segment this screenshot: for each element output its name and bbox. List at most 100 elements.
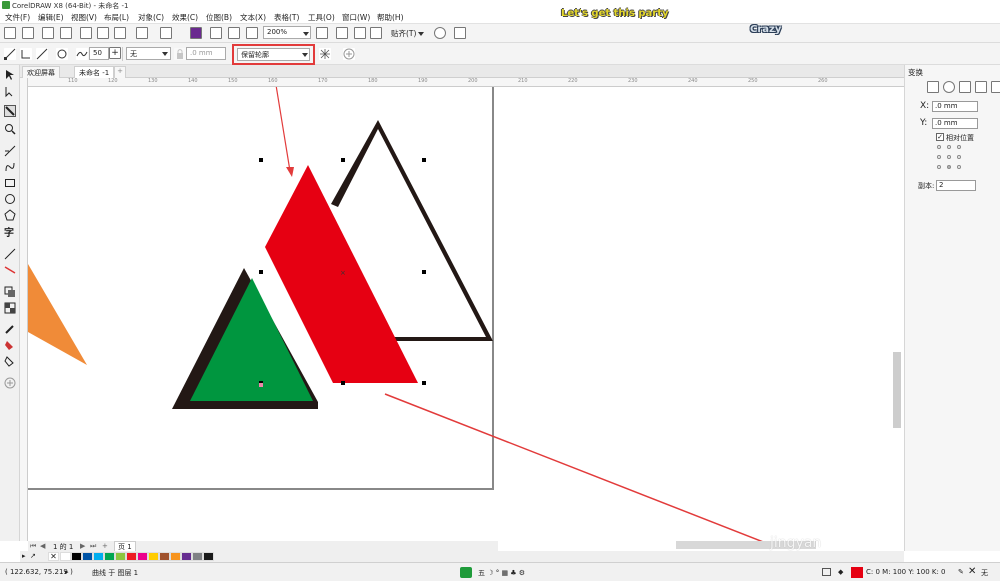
palette-swatch[interactable]	[181, 552, 192, 561]
smart-fill-tool-icon[interactable]	[4, 355, 16, 367]
selection-handle[interactable]	[422, 158, 426, 162]
add-tool-icon[interactable]	[4, 377, 16, 389]
add-page-icon[interactable]: +	[102, 542, 108, 550]
options-gear-icon[interactable]	[434, 27, 446, 39]
anchor-point[interactable]	[937, 165, 941, 169]
menu-layout[interactable]: 布局(L)	[104, 12, 129, 23]
selection-handle[interactable]	[341, 158, 345, 162]
palette-swatch[interactable]	[148, 552, 159, 561]
tab-welcome-screen[interactable]: 欢迎屏幕	[22, 66, 60, 78]
prev-page-icon[interactable]: ◀	[40, 542, 45, 550]
selection-handle[interactable]	[259, 158, 263, 162]
palette-swatch[interactable]	[82, 552, 93, 561]
anchor-point-selected[interactable]	[947, 165, 951, 169]
open-icon[interactable]	[22, 27, 34, 39]
first-page-icon[interactable]: ⏮	[30, 542, 36, 551]
polygon-tool-icon[interactable]	[4, 209, 16, 221]
corel-connect-icon[interactable]	[190, 27, 202, 39]
keep-outline-select[interactable]: 保留轮廓	[237, 48, 310, 61]
anchor-point[interactable]	[957, 165, 961, 169]
anchor-point[interactable]	[957, 145, 961, 149]
x-position-field[interactable]: .0 mm	[932, 101, 978, 112]
palette-arrow-icon[interactable]: ▸	[22, 552, 26, 560]
shape-tool-icon[interactable]	[4, 86, 16, 98]
menu-object[interactable]: 对象(C)	[138, 12, 164, 23]
show-grid-icon[interactable]	[354, 27, 366, 39]
rotate-icon[interactable]	[943, 81, 955, 93]
position-icon[interactable]	[927, 81, 939, 93]
text-tool-icon[interactable]: 字	[4, 228, 16, 240]
import-icon[interactable]	[210, 27, 222, 39]
palette-swatch[interactable]	[192, 552, 203, 561]
anchor-point[interactable]	[947, 155, 951, 159]
orange-shape[interactable]	[28, 264, 87, 365]
size-icon[interactable]	[975, 81, 987, 93]
menu-window[interactable]: 窗口(W)	[342, 12, 370, 23]
curve-direction-icon[interactable]	[36, 48, 48, 60]
tab-add-icon[interactable]: +	[114, 66, 126, 78]
palette-swatch[interactable]	[159, 552, 170, 561]
menu-bitmaps[interactable]: 位图(B)	[206, 12, 232, 23]
node-type-icon[interactable]	[20, 48, 32, 60]
transparency-tool-icon[interactable]	[4, 302, 16, 314]
selection-handle[interactable]	[341, 381, 345, 385]
palette-swatch[interactable]	[203, 552, 214, 561]
tab-document[interactable]: 未命名 -1	[74, 66, 115, 78]
selection-handle[interactable]	[422, 381, 426, 385]
menu-effects[interactable]: 效果(C)	[172, 12, 198, 23]
menu-file[interactable]: 文件(F)	[5, 12, 30, 23]
relative-position-checkbox[interactable]: ✓	[936, 133, 944, 141]
color-eyedropper-tool-icon[interactable]	[4, 323, 16, 335]
selection-handle[interactable]	[422, 270, 426, 274]
cut-icon[interactable]	[80, 27, 92, 39]
last-page-icon[interactable]: ⏭	[90, 542, 96, 551]
interactive-fill-tool-icon[interactable]	[4, 339, 16, 351]
freehand-tool-icon[interactable]	[4, 145, 16, 157]
anchor-point[interactable]	[947, 145, 951, 149]
save-icon[interactable]	[42, 27, 54, 39]
scale-mirror-icon[interactable]	[959, 81, 971, 93]
y-position-field[interactable]: .0 mm	[932, 118, 978, 129]
publish-pdf-icon[interactable]	[246, 27, 258, 39]
menu-tools[interactable]: 工具(O)	[308, 12, 335, 23]
extract-subpath-icon[interactable]	[319, 48, 331, 60]
start-arrow-icon[interactable]	[56, 48, 68, 60]
ime-logo-icon[interactable]	[460, 567, 472, 578]
palette-eyedropper-icon[interactable]: ↗	[30, 552, 36, 560]
menu-view[interactable]: 视图(V)	[71, 12, 97, 23]
palette-swatch[interactable]	[170, 552, 181, 561]
undo-icon[interactable]	[136, 27, 148, 39]
vertical-scrollbar-thumb[interactable]	[893, 352, 901, 428]
artistic-media-tool-icon[interactable]	[4, 161, 16, 173]
menu-help[interactable]: 帮助(H)	[377, 12, 404, 23]
pick-tool-icon[interactable]	[4, 69, 16, 81]
current-fill-swatch[interactable]	[851, 567, 863, 578]
anchor-point[interactable]	[937, 155, 941, 159]
redo-icon[interactable]	[160, 27, 172, 39]
application-launcher-icon[interactable]	[454, 27, 466, 39]
show-rulers-icon[interactable]	[336, 27, 348, 39]
menu-edit[interactable]: 编辑(E)	[38, 12, 64, 23]
drawing-canvas[interactable]: ×	[28, 87, 904, 541]
anchor-point[interactable]	[957, 155, 961, 159]
copy-icon[interactable]	[97, 27, 109, 39]
crop-knife-tool-icon[interactable]	[4, 105, 16, 117]
palette-swatch[interactable]	[104, 552, 115, 561]
palette-swatch[interactable]	[93, 552, 104, 561]
palette-swatch[interactable]	[71, 552, 82, 561]
no-color-swatch[interactable]: ✕	[48, 552, 59, 561]
anchor-point[interactable]	[937, 145, 941, 149]
palette-swatch[interactable]	[60, 552, 71, 561]
show-guidelines-icon[interactable]	[370, 27, 382, 39]
add-preset-icon[interactable]	[343, 48, 355, 60]
print-icon[interactable]	[60, 27, 72, 39]
menu-text[interactable]: 文本(X)	[240, 12, 266, 23]
ellipse-tool-icon[interactable]	[4, 193, 16, 205]
palette-swatch[interactable]	[137, 552, 148, 561]
menu-table[interactable]: 表格(T)	[274, 12, 299, 23]
new-doc-icon[interactable]	[4, 27, 16, 39]
parallel-dimension-tool-icon[interactable]	[4, 248, 16, 260]
drop-shadow-tool-icon[interactable]	[4, 286, 16, 298]
copies-field[interactable]: 2	[936, 180, 976, 191]
next-page-icon[interactable]: ▶	[80, 542, 85, 550]
